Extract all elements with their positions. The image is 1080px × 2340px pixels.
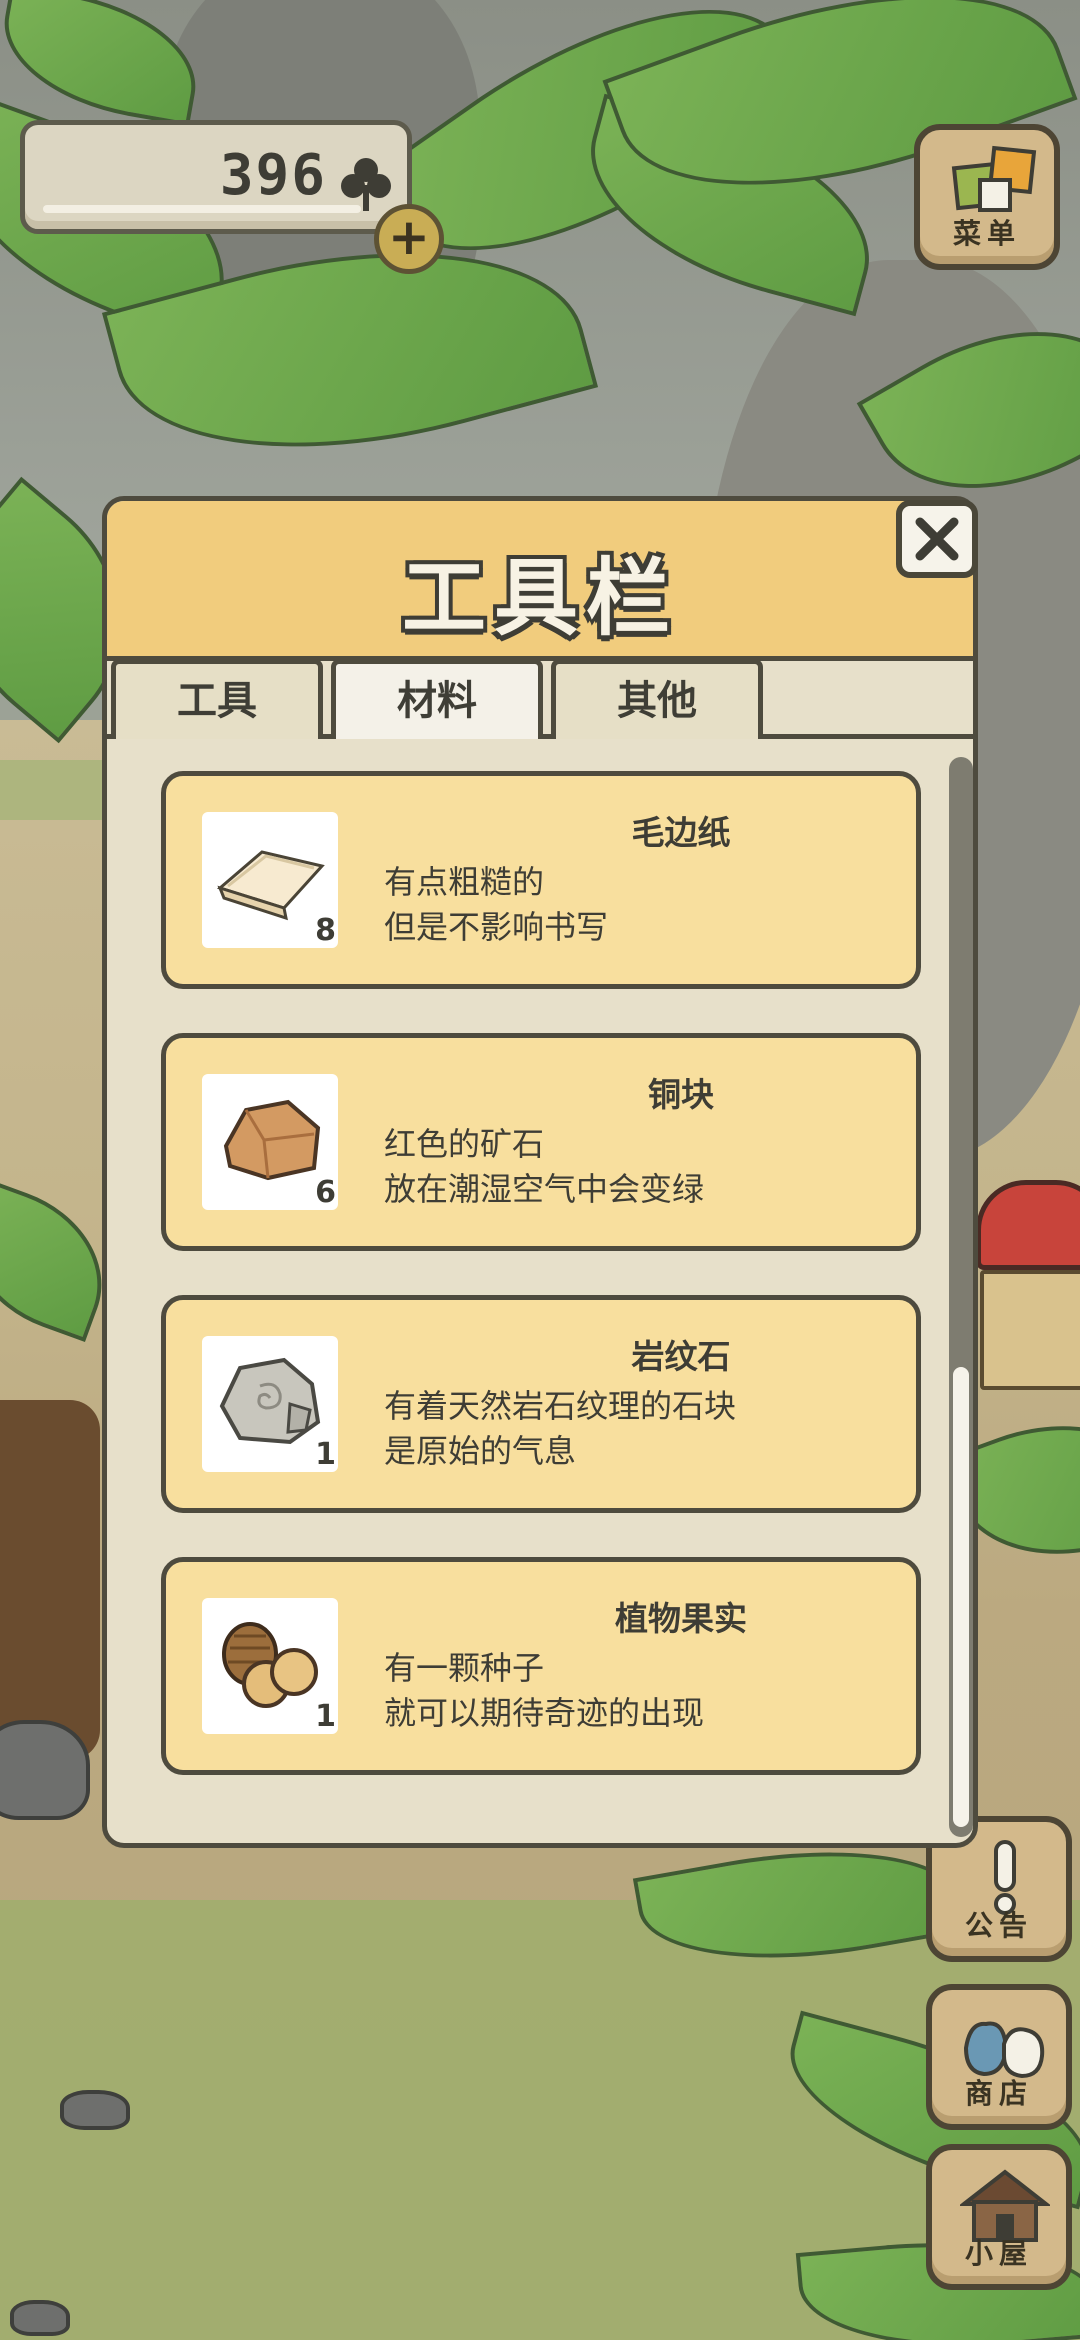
list-item[interactable]: 6 铜块 红色的矿石 放在潮湿空气中会变绿 <box>161 1033 921 1251</box>
notice-label: 公告 <box>964 1909 1033 1942</box>
item-description-line: 就可以期待奇迹的出现 <box>384 1694 705 1732</box>
shop-button[interactable]: 商店 <box>926 1984 1072 2130</box>
dirt-patch <box>0 1400 100 1760</box>
close-button[interactable] <box>896 500 978 578</box>
paper-icon <box>216 850 325 921</box>
item-description: 有着天然岩石纹理的石块 是原始的气息 <box>384 1384 736 1474</box>
menu-button[interactable]: 菜单 <box>914 124 1060 270</box>
rock <box>10 2300 70 2336</box>
list-item[interactable]: 1 岩纹石 有着天然岩石纹理的石块 是原始的气息 <box>161 1295 921 1513</box>
item-description: 有点粗糙的 但是不影响书写 <box>384 860 608 950</box>
item-count: 6 <box>315 1175 336 1210</box>
shop-label: 商店 <box>964 2077 1033 2110</box>
tab-bar: 工具 材料 其他 <box>111 659 771 739</box>
item-description-line: 但是不影响书写 <box>384 908 609 946</box>
copper-ore-icon <box>223 1099 321 1181</box>
item-description-line: 是原始的气息 <box>384 1432 577 1470</box>
tab-materials[interactable]: 材料 <box>331 659 543 739</box>
menu-icon <box>951 145 1037 212</box>
plant-fruit-icon <box>222 1622 318 1708</box>
item-thumbnail: 1 <box>202 1336 338 1472</box>
panel-title: 工具栏 <box>401 549 678 647</box>
item-name: 植物果实 <box>615 1599 747 1638</box>
tab-tools[interactable]: 工具 <box>111 659 323 739</box>
rock <box>0 1720 90 1820</box>
clover-counter: 396 <box>20 120 412 234</box>
item-name: 铜块 <box>648 1075 714 1114</box>
inventory-panel: 工具栏 工具 材料 其他 8 毛边纸 有点粗糙的 但是不影响书写 6 铜块 红色… <box>102 496 978 1848</box>
mailbox <box>976 1180 1080 1270</box>
house-button[interactable]: 小屋 <box>926 2144 1072 2290</box>
list-item[interactable]: 1 植物果实 有一颗种子 就可以期待奇迹的出现 <box>161 1557 921 1775</box>
item-description-line: 放在潮湿空气中会变绿 <box>384 1170 705 1208</box>
item-description-line: 有点粗糙的 <box>384 863 545 901</box>
list-item[interactable]: 8 毛边纸 有点粗糙的 但是不影响书写 <box>161 771 921 989</box>
rock <box>60 2090 130 2130</box>
scrollbar-track[interactable] <box>949 757 973 1837</box>
item-thumbnail: 1 <box>202 1598 338 1734</box>
item-name: 岩纹石 <box>631 1337 731 1376</box>
menu-label: 菜单 <box>952 217 1021 250</box>
item-description-line: 有一颗种子 <box>384 1649 545 1687</box>
item-count: 8 <box>315 913 336 948</box>
clover-bar <box>43 205 361 213</box>
item-count: 1 <box>315 1699 336 1734</box>
mailbox-post <box>980 1270 1080 1390</box>
item-description-line: 红色的矿石 <box>384 1125 545 1163</box>
patterned-stone-icon <box>219 1357 321 1445</box>
item-count: 1 <box>315 1437 336 1472</box>
close-icon <box>915 517 959 561</box>
scrollbar-thumb[interactable] <box>953 1367 969 1827</box>
item-description: 有一颗种子 就可以期待奇迹的出现 <box>384 1646 704 1736</box>
add-clover-button[interactable]: + <box>374 204 444 274</box>
item-thumbnail: 8 <box>202 812 338 948</box>
item-list: 8 毛边纸 有点粗糙的 但是不影响书写 6 铜块 红色的矿石 放在潮湿空气中会变… <box>161 771 921 1819</box>
item-description: 红色的矿石 放在潮湿空气中会变绿 <box>384 1122 704 1212</box>
house-label: 小屋 <box>964 2237 1033 2270</box>
clover-count: 396 <box>219 143 327 208</box>
item-description-line: 有着天然岩石纹理的石块 <box>384 1387 737 1425</box>
item-name: 毛边纸 <box>631 813 731 852</box>
item-thumbnail: 6 <box>202 1074 338 1210</box>
tab-others[interactable]: 其他 <box>551 659 763 739</box>
panel-header: 工具栏 <box>107 501 973 661</box>
